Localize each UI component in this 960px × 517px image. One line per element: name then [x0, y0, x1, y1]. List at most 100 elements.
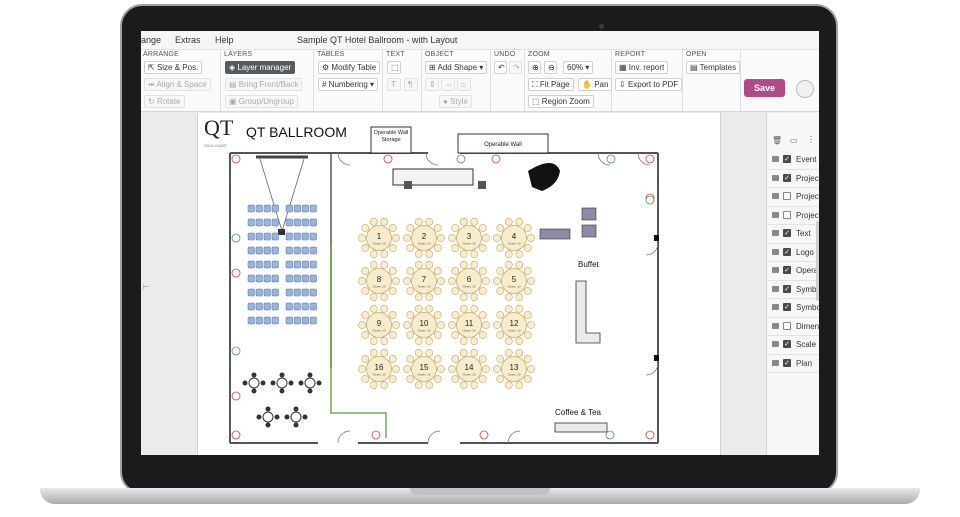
stool[interactable] [265, 422, 271, 428]
banquet-chair[interactable] [451, 375, 460, 383]
banquet-chair[interactable] [425, 250, 434, 259]
banquet-chair[interactable] [448, 234, 456, 242]
banquet-chair[interactable] [493, 277, 501, 285]
banquet-chair[interactable] [406, 224, 415, 232]
stool[interactable] [307, 388, 313, 394]
banquet-chair[interactable] [414, 293, 423, 302]
banquet-table[interactable]: 16Chairs: 10 [358, 348, 400, 390]
theatre-chair[interactable] [293, 204, 301, 213]
banquet-chair[interactable] [478, 287, 487, 295]
cocktail-table[interactable] [242, 372, 266, 394]
theatre-chair[interactable] [285, 260, 293, 269]
banquet-chair[interactable] [451, 331, 460, 339]
banquet-chair[interactable] [433, 311, 442, 319]
lock-icon[interactable] [772, 248, 779, 255]
banquet-chair[interactable] [388, 244, 397, 252]
banquet-chair[interactable] [451, 244, 460, 252]
theatre-chair[interactable] [255, 274, 263, 283]
exit-sign-icon[interactable] [231, 346, 241, 356]
banquet-chair[interactable] [482, 277, 490, 285]
menu-arrange[interactable]: ange [141, 35, 161, 45]
banquet-chair[interactable] [433, 224, 442, 232]
theatre-chair[interactable] [271, 246, 279, 255]
banquet-chair[interactable] [523, 267, 532, 275]
banquet-chair[interactable] [470, 217, 479, 226]
exit-sign-icon[interactable] [456, 154, 466, 164]
banquet-chair[interactable] [482, 365, 490, 373]
banquet-chair[interactable] [403, 321, 411, 329]
banquet-chair[interactable] [496, 244, 505, 252]
layer-row[interactable]: ✓ Event [767, 151, 819, 170]
coffee-station[interactable] [554, 422, 608, 433]
lock-icon[interactable] [772, 267, 779, 273]
banquet-chair[interactable] [403, 277, 411, 285]
banquet-chair[interactable] [406, 267, 415, 275]
region-zoom-button[interactable]: ⬚ Region Zoom [528, 95, 594, 108]
banquet-chair[interactable] [448, 277, 456, 285]
banquet-chair[interactable] [369, 381, 378, 390]
banquet-chair[interactable] [496, 355, 505, 363]
banquet-chair[interactable] [504, 348, 513, 357]
banquet-chair[interactable] [470, 260, 479, 269]
cocktail-top[interactable] [290, 411, 302, 423]
banquet-chair[interactable] [380, 348, 389, 357]
theatre-chair[interactable] [301, 218, 309, 227]
theatre-chair[interactable] [247, 316, 255, 325]
banquet-chair[interactable] [388, 375, 397, 383]
cocktail-table[interactable] [298, 372, 322, 394]
banquet-chair[interactable] [361, 375, 370, 383]
theatre-chair[interactable] [309, 316, 317, 325]
theatre-chair[interactable] [263, 232, 271, 241]
layer-panel-scrollbar[interactable] [816, 221, 819, 301]
save-layer-icon[interactable]: ▭ [790, 136, 798, 145]
banquet-chair[interactable] [433, 287, 442, 295]
theatre-chair[interactable] [263, 288, 271, 297]
stool[interactable] [279, 388, 285, 394]
theatre-chair[interactable] [263, 218, 271, 227]
object-align-icon[interactable]: ⇕ [425, 78, 439, 91]
layer-visibility-checkbox[interactable]: ✓ [783, 284, 791, 293]
cocktail-top[interactable] [276, 377, 288, 389]
banquet-chair[interactable] [406, 287, 415, 295]
banquet-chair[interactable] [361, 311, 370, 319]
theatre-chair[interactable] [301, 232, 309, 241]
banquet-chair[interactable] [527, 277, 535, 285]
theatre-chair[interactable] [293, 232, 301, 241]
banquet-chair[interactable] [414, 304, 423, 313]
numbering-dropdown[interactable]: # Numbering ▾ [318, 78, 379, 91]
banquet-chair[interactable] [425, 381, 434, 390]
banquet-chair[interactable] [496, 331, 505, 339]
banquet-chair[interactable] [388, 331, 397, 339]
stool[interactable] [293, 422, 299, 428]
layer-manager-button[interactable]: ◈ Layer manager [225, 61, 296, 74]
armchair-1[interactable] [581, 207, 597, 221]
theatre-chair[interactable] [301, 246, 309, 255]
zoom-out-icon[interactable]: ⊖ [544, 61, 557, 74]
banquet-chair[interactable] [523, 287, 532, 295]
templates-button[interactable]: ▤ Templates [686, 61, 741, 74]
theatre-chair[interactable] [285, 232, 293, 241]
layer-row[interactable]: ✓ Symbols [767, 299, 819, 318]
banquet-chair[interactable] [504, 250, 513, 259]
theatre-chair[interactable] [285, 302, 293, 311]
lock-icon[interactable] [772, 341, 779, 347]
layer-row[interactable]: Project [767, 188, 819, 207]
banquet-chair[interactable] [459, 250, 468, 259]
lock-icon[interactable] [772, 230, 779, 236]
theatre-chair[interactable] [309, 232, 317, 241]
banquet-chair[interactable] [527, 321, 535, 329]
banquet-chair[interactable] [451, 311, 460, 319]
theatre-chair[interactable] [309, 302, 317, 311]
banquet-chair[interactable] [403, 365, 411, 373]
banquet-chair[interactable] [470, 304, 479, 313]
layer-visibility-checkbox[interactable]: ✓ [783, 303, 791, 311]
theatre-chair[interactable] [255, 218, 263, 227]
banquet-chair[interactable] [369, 304, 378, 313]
stool[interactable] [265, 406, 271, 412]
banquet-chair[interactable] [388, 311, 397, 319]
theatre-chair[interactable] [309, 274, 317, 283]
fire-extinguisher-icon[interactable] [479, 430, 489, 440]
layer-visibility-checkbox[interactable]: ✓ [783, 358, 791, 367]
banquet-chair[interactable] [380, 250, 389, 259]
layer-visibility-checkbox[interactable] [783, 210, 791, 219]
